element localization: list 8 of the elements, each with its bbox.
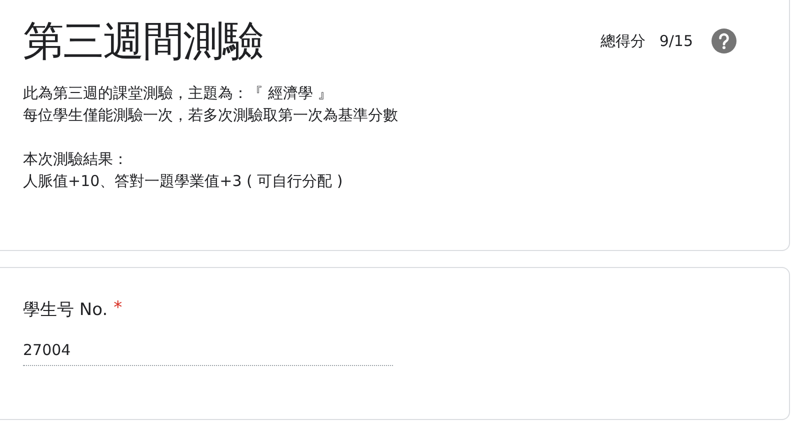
help-icon[interactable] (711, 28, 737, 54)
question-label: 學生号 No. (23, 299, 108, 321)
description-text: 本次測驗結果： 人脈值+10、答對一題學業值+3 ( 可自行分配 ) (23, 149, 344, 192)
required-mark: * (114, 298, 122, 320)
score-value: 9/15 (659, 32, 693, 50)
form-title: 第三週間測驗 (23, 16, 263, 66)
score-label: 總得分 (600, 32, 646, 50)
description-text: 此為第三週的課堂測驗，主題為：『 經濟學 』 每位學生僅能測驗一次，若多次測驗取第一次為基準分數 (23, 83, 399, 126)
